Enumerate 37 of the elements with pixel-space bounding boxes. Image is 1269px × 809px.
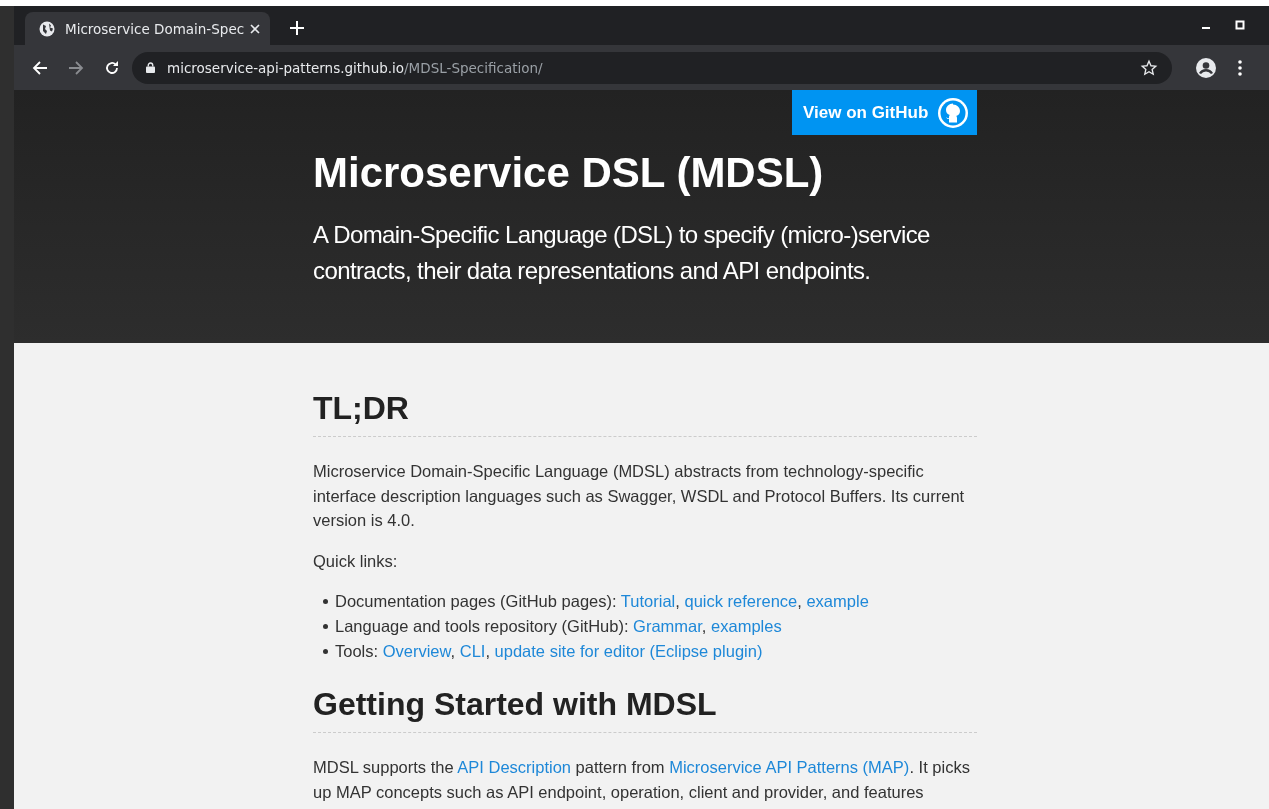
page-title: Microservice DSL (MDSL): [313, 148, 825, 198]
text-link[interactable]: Tutorial: [620, 592, 676, 610]
plus-icon[interactable]: [290, 21, 304, 35]
list-item-text: Tools: Overview, CLI, update site for editor (Eclipse plugin): [335, 641, 763, 662]
bullet-icon: [323, 649, 328, 654]
bullet-icon: [323, 624, 328, 629]
section-heading: TL;DR: [313, 388, 977, 437]
section-heading: Getting Started with MDSL: [313, 684, 977, 733]
text-link[interactable]: update site for editor (Eclipse plugin): [494, 642, 763, 660]
text-link[interactable]: CLI: [459, 642, 486, 660]
text-link[interactable]: quick reference: [684, 592, 798, 610]
close-icon[interactable]: [250, 23, 260, 34]
reload-icon[interactable]: [104, 59, 120, 76]
address-bar[interactable]: microservice-api-patterns.github.io/MDSL-Specification/: [132, 51, 1172, 84]
text-link[interactable]: example: [806, 592, 869, 610]
page-subtitle: A Domain-Specific Language (DSL) to specify (micro-)service contracts, their data representations and API endpoints.: [313, 220, 931, 286]
lock-icon: [146, 62, 155, 73]
github-button[interactable]: View on GitHub: [792, 90, 977, 135]
forward-icon[interactable]: [68, 59, 84, 76]
text-link[interactable]: examples: [711, 617, 782, 635]
text-link[interactable]: Microservice API Patterns (MAP): [669, 758, 910, 776]
star-icon[interactable]: [1140, 58, 1158, 77]
text-link[interactable]: Grammar: [633, 617, 702, 635]
back-icon[interactable]: [32, 59, 48, 76]
maximize-icon[interactable]: [1235, 20, 1245, 30]
list-item-text: Documentation pages (GitHub pages): Tutorial, quick reference, example: [335, 591, 869, 612]
list-item-text: Language and tools repository (GitHub): Grammar, examples: [335, 616, 782, 637]
text-link[interactable]: Overview: [382, 642, 451, 660]
account-icon[interactable]: [1196, 57, 1216, 78]
paragraph: Quick links:: [313, 550, 399, 572]
paragraph: MDSL supports the API Description pattern from Microservice API Patterns (MAP). It picks up MAP concepts such as API endpoint, operation, client and provider, and features: [313, 757, 971, 803]
browser-tab[interactable]: Microservice Domain-Spec: [25, 12, 270, 45]
menu-icon[interactable]: [1238, 59, 1242, 76]
bullet-icon: [323, 599, 328, 604]
text-link[interactable]: API Description: [457, 758, 571, 776]
paragraph: Microservice Domain-Specific Language (MDSL) abstracts from technology-specific interface description languages such as Swagger, WSDL and Protocol Buffers. Its current version is 4.0.: [313, 461, 966, 531]
globe-icon: [39, 20, 55, 37]
